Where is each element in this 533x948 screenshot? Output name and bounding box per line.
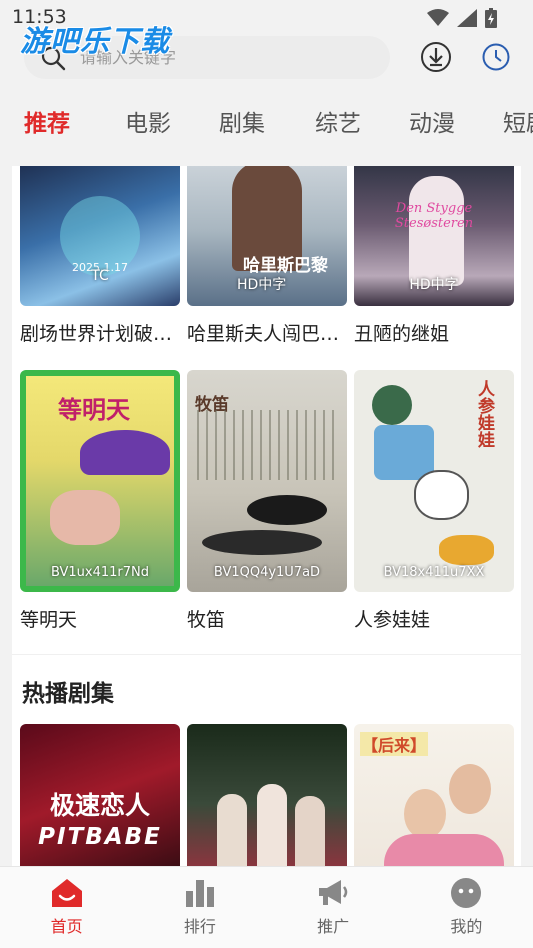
history-button[interactable]	[479, 40, 513, 74]
card-title: 人参娃娃	[354, 609, 431, 631]
media-card[interactable]: 极速恋人 PITBABE	[20, 724, 180, 866]
poster-image: 人参娃娃 BV18x411u7XX	[354, 370, 514, 592]
card-title: 等明天	[20, 609, 78, 631]
clock-icon	[482, 43, 510, 71]
tab-series[interactable]: 剧集	[219, 96, 265, 146]
poster-image	[187, 724, 347, 866]
nav-profile[interactable]: 我的	[400, 867, 533, 948]
nav-ranking[interactable]: 排行	[133, 867, 266, 948]
poster-caption: 哈里斯巴黎	[243, 256, 328, 276]
bar-chart-icon	[185, 880, 214, 907]
download-button[interactable]	[419, 40, 453, 74]
card-title: 牧笛	[187, 609, 226, 631]
poster-image: 哈里斯巴黎 HD中字	[187, 166, 347, 306]
section-divider	[12, 654, 521, 655]
poster-image: 等明天 BV1ux411r7Nd	[20, 370, 180, 592]
tab-variety[interactable]: 综艺	[315, 96, 361, 146]
wifi-icon	[427, 9, 449, 26]
category-tabs: 推荐 电影 剧集 综艺 动漫 短剧	[0, 96, 533, 146]
tab-short-drama[interactable]: 短剧	[503, 96, 533, 146]
poster-image: 【后来】	[354, 724, 514, 866]
home-icon	[51, 879, 82, 907]
nav-label: 排行	[183, 917, 216, 936]
media-card[interactable]	[187, 724, 347, 866]
card-title: 哈里斯夫人闯巴…	[187, 323, 340, 345]
video-id-tag: BV18x411u7XX	[383, 565, 485, 580]
section-title-hot-series: 热播剧集	[22, 681, 114, 707]
poster-subcaption: PITBABE	[38, 824, 162, 850]
card-title: 丑陋的继姐	[354, 323, 450, 345]
media-card[interactable]: 人参娃娃 BV18x411u7XX 人参娃娃	[354, 370, 514, 632]
battery-icon	[485, 8, 497, 28]
watermark-logo: 游吧乐下载	[20, 24, 171, 58]
media-card[interactable]: 2025.1.17 TC 剧场世界计划破…	[20, 166, 180, 346]
tab-movies[interactable]: 电影	[125, 96, 171, 146]
app-screen: 11:53 游吧乐下载 推荐 电影 剧集 综艺 动漫 短剧 2025.1.17	[0, 0, 533, 948]
quality-tag: TC	[91, 268, 109, 284]
status-icons	[427, 8, 497, 28]
poster-image: 牧笛 BV1QQ4y1U7aD	[187, 370, 347, 592]
poster-image: Den Stygge Stesøsteren HD中字	[354, 166, 514, 306]
bottom-nav: 首页 排行 推广 我的	[0, 866, 533, 948]
media-card[interactable]: 【后来】	[354, 724, 514, 866]
video-id-tag: BV1QQ4y1U7aD	[213, 565, 321, 580]
quality-tag: HD中字	[409, 277, 459, 293]
signal-icon	[457, 9, 477, 27]
poster-caption: 极速恋人	[49, 791, 150, 820]
poster-image: 2025.1.17 TC	[20, 166, 180, 306]
poster-caption: 人参娃娃	[474, 380, 494, 448]
download-icon	[421, 42, 451, 72]
nav-home[interactable]: 首页	[0, 867, 133, 948]
poster-image: 极速恋人 PITBABE	[20, 724, 180, 866]
poster-caption: 【后来】	[360, 732, 429, 756]
nav-promote[interactable]: 推广	[267, 867, 400, 948]
nav-label: 首页	[50, 917, 83, 936]
media-card[interactable]: 等明天 BV1ux411r7Nd 等明天	[20, 370, 180, 632]
nav-label: 我的	[450, 917, 483, 936]
card-title: 剧场世界计划破…	[20, 323, 173, 345]
tab-anime[interactable]: 动漫	[409, 96, 455, 146]
profile-face-icon	[451, 878, 482, 908]
media-card[interactable]: 牧笛 BV1QQ4y1U7aD 牧笛	[187, 370, 347, 632]
tab-recommend[interactable]: 推荐	[24, 96, 70, 146]
nav-label: 推广	[317, 917, 350, 936]
megaphone-icon	[319, 880, 348, 905]
poster-caption: 等明天	[58, 396, 130, 424]
media-card[interactable]: 哈里斯巴黎 HD中字 哈里斯夫人闯巴…	[187, 166, 347, 346]
quality-tag: HD中字	[237, 277, 287, 293]
content-area: 2025.1.17 TC 剧场世界计划破… 哈里斯巴黎 HD中字 哈里斯夫人闯巴…	[12, 166, 521, 866]
media-card[interactable]: Den Stygge Stesøsteren HD中字 丑陋的继姐	[354, 166, 514, 346]
poster-caption: Den Stygge Stesøsteren	[394, 201, 474, 231]
video-id-tag: BV1ux411r7Nd	[50, 565, 150, 580]
